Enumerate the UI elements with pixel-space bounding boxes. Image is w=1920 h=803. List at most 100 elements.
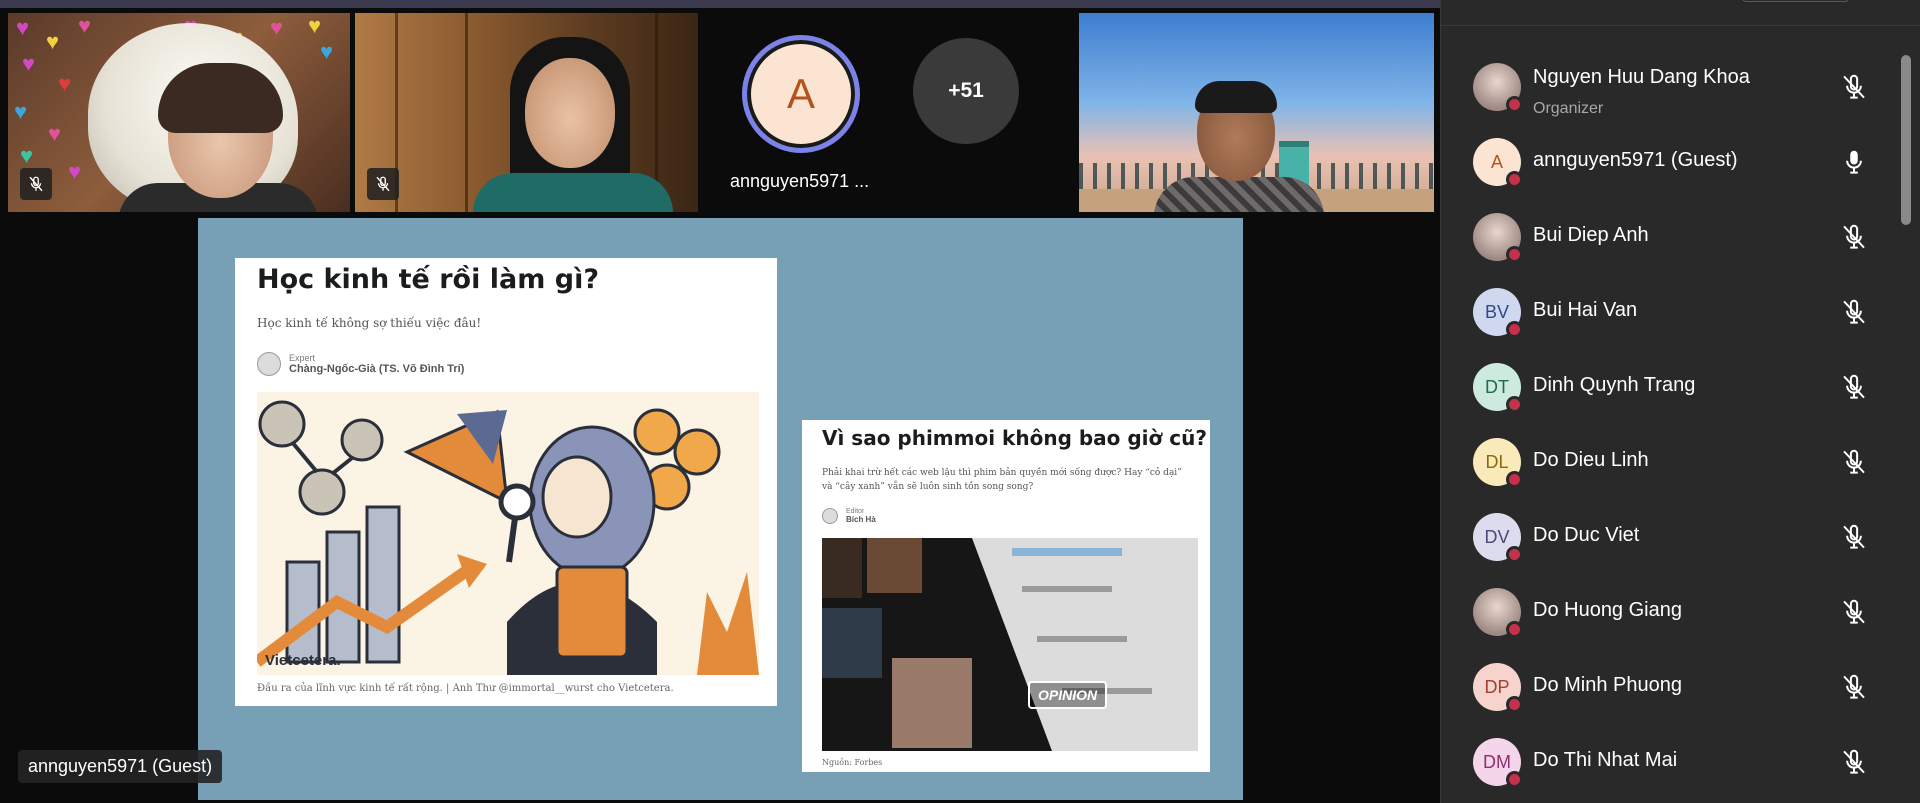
presence-busy-icon	[1506, 396, 1523, 413]
person-hair	[1195, 81, 1277, 113]
heart-sticker: ♥	[22, 51, 36, 76]
author-name: Bích Hà	[846, 515, 876, 524]
article-card[interactable]: Vì sao phimmoi không bao giờ cũ? Phải kh…	[802, 420, 1210, 772]
heart-sticker: ♥	[68, 159, 82, 184]
participant-row[interactable]: DT Dinh Quynh Trang	[1441, 358, 1901, 418]
mic-off-icon[interactable]	[1839, 72, 1869, 102]
participants-panel: Nguyen Huu Dang Khoa Organizer Aannguyen59…	[1440, 0, 1920, 803]
heart-sticker: ♥	[308, 13, 322, 38]
mic-off-icon[interactable]	[1839, 222, 1869, 252]
participant-name: Bui Hai Van	[1533, 299, 1638, 321]
mic-off-icon[interactable]	[1839, 747, 1869, 777]
article-author: Editor Bích Hà	[822, 508, 876, 524]
participant-avatar: DV	[1473, 513, 1523, 563]
participant-role: Organizer	[1533, 100, 1604, 117]
participant-row[interactable]: Bui Diep Anh	[1441, 208, 1901, 268]
avatar-initial: A	[747, 40, 855, 148]
tile-name-label: annguyen5971 ...	[730, 171, 870, 191]
participant-row[interactable]: DL Do Dieu Linh	[1441, 433, 1901, 493]
top-strip	[0, 0, 1440, 8]
participant-row[interactable]: DP Do Minh Phuong	[1441, 658, 1901, 718]
participant-name: Do Thi Nhat Mai	[1533, 749, 1678, 771]
presence-busy-icon	[1506, 321, 1523, 338]
presence-busy-icon	[1506, 96, 1523, 113]
avatar-initials: A	[1490, 151, 1503, 172]
heart-sticker: ♥	[58, 71, 72, 96]
participant-row[interactable]: DM Do Thi Nhat Mai	[1441, 733, 1901, 793]
heart-sticker: ♥	[48, 121, 62, 146]
presence-busy-icon	[1506, 171, 1523, 188]
avatar-initials: DM	[1483, 751, 1511, 772]
vietcetera-brand: Vietcetera.	[265, 652, 341, 669]
presence-busy-icon	[1506, 546, 1523, 563]
heart-sticker: ♥	[16, 15, 30, 40]
participant-row[interactable]: Aannguyen5971 (Guest)	[1441, 133, 1901, 193]
participant-row[interactable]: Nguyen Huu Dang Khoa Organizer	[1441, 58, 1901, 118]
shared-screen[interactable]: Học kinh tế rồi làm gì? Học kinh tế khôn…	[198, 218, 1243, 800]
image-caption: Đầu ra của lĩnh vực kinh tế rất rộng. | …	[257, 683, 674, 694]
avatar-initials: DV	[1484, 526, 1510, 547]
meeting-stage: ♥ ♥ ♥ ♥ ♥ ♥ ♥ ♥ ♥ ♥ ♥ ♥ ♥ ♥	[0, 0, 1440, 803]
author-info: Expert Chàng-Ngốc-Già (TS. Võ Đình Trí)	[289, 353, 464, 375]
avatar-initials: BV	[1484, 301, 1509, 322]
presence-busy-icon	[1506, 696, 1523, 713]
presenter-name-label: annguyen5971 (Guest)	[18, 750, 223, 783]
participant-row[interactable]: DV Do Duc Viet	[1441, 508, 1901, 568]
author-info: Editor Bích Hà	[846, 508, 876, 524]
participant-name: Do Duc Viet	[1533, 524, 1640, 546]
participant-name: Do Dieu Linh	[1533, 449, 1649, 471]
heart-sticker: ♥	[20, 143, 34, 168]
article-subtitle: Học kinh tế không sợ thiếu việc đâu!	[257, 316, 482, 330]
article-illustration: Vietcetera.	[257, 392, 759, 675]
opinion-badge: OPINION	[1028, 681, 1108, 709]
mic-off-icon[interactable]	[1839, 672, 1869, 702]
scrollbar[interactable]	[1901, 55, 1911, 225]
video-tile-participant-1[interactable]: ♥ ♥ ♥ ♥ ♥ ♥ ♥ ♥ ♥ ♥ ♥ ♥ ♥ ♥	[8, 13, 350, 212]
article-photo: OPINION	[822, 538, 1198, 751]
door-edge	[465, 13, 468, 212]
person-body	[473, 173, 673, 212]
more-participants-button[interactable]: +51	[913, 38, 1019, 144]
mic-off-icon[interactable]	[1839, 597, 1869, 627]
author-avatar	[257, 352, 281, 376]
participant-avatar: A	[742, 35, 860, 153]
mic-off-icon[interactable]	[1839, 372, 1869, 402]
participant-avatar: DT	[1473, 363, 1523, 413]
participant-avatar: BV	[1473, 288, 1523, 338]
video-tile-avatar[interactable]: A annguyen5971 ...	[710, 13, 870, 212]
participant-name: annguyen5971 (Guest)	[1533, 149, 1738, 171]
mic-off-icon	[367, 168, 399, 200]
participant-avatar	[1473, 63, 1523, 113]
heart-sticker: ♥	[270, 15, 284, 40]
person-face	[525, 58, 615, 168]
person-body	[1154, 177, 1324, 212]
mic-icon[interactable]	[1839, 147, 1869, 177]
mic-off-icon[interactable]	[1839, 447, 1869, 477]
phone-screen-graphic	[822, 538, 1198, 751]
presence-busy-icon	[1506, 771, 1523, 788]
illustration-graphic	[257, 400, 759, 675]
participant-avatar: DM	[1473, 738, 1523, 788]
panel-top-button[interactable]	[1742, 0, 1849, 2]
participant-row[interactable]: Do Huong Giang	[1441, 583, 1901, 643]
article-subtitle: Phải khai trừ hết các web lậu thì phim b…	[822, 468, 1182, 492]
mic-off-icon	[20, 168, 52, 200]
participant-name: Dinh Quynh Trang	[1533, 374, 1696, 396]
presence-busy-icon	[1506, 621, 1523, 638]
video-tile-participant-2[interactable]	[355, 13, 698, 212]
teams-meeting-window: ♥ ♥ ♥ ♥ ♥ ♥ ♥ ♥ ♥ ♥ ♥ ♥ ♥ ♥	[0, 0, 1920, 803]
presence-busy-icon	[1506, 471, 1523, 488]
avatar-initials: DP	[1484, 676, 1510, 697]
presence-busy-icon	[1506, 246, 1523, 263]
panel-divider	[1441, 25, 1920, 26]
mic-off-icon[interactable]	[1839, 297, 1869, 327]
heart-sticker: ♥	[46, 29, 60, 54]
participant-row[interactable]: BV Bui Hai Van	[1441, 283, 1901, 343]
article-card[interactable]: Học kinh tế rồi làm gì? Học kinh tế khôn…	[235, 258, 777, 706]
heart-sticker: ♥	[320, 39, 334, 64]
video-tile-participant-3[interactable]	[1079, 13, 1434, 212]
participant-avatar	[1473, 213, 1523, 263]
article-title: Vì sao phimmoi không bao giờ cũ?	[822, 426, 1207, 450]
participant-avatar	[1473, 588, 1523, 638]
mic-off-icon[interactable]	[1839, 522, 1869, 552]
